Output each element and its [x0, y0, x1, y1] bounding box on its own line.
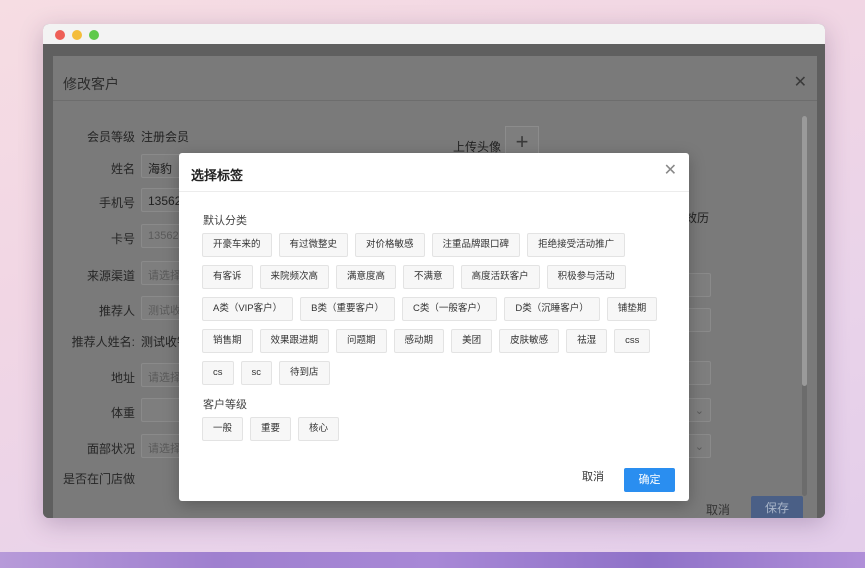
modal-title: 选择标签 [191, 168, 244, 183]
visited-label: 是否在门店做 [62, 472, 135, 486]
tag-button[interactable]: C类（一般客户） [402, 297, 498, 321]
default-tag-list: 开豪车来的 有过微整史 对价格敏感 注重品牌跟口碑 拒绝接受活动推广有客诉 来院频次高 满意… [202, 233, 672, 385]
tag-button[interactable]: 注重品牌跟口碑 [431, 233, 521, 257]
tag-button[interactable]: 积极参与活动 [546, 265, 626, 289]
referrer-label: 推荐人 [98, 304, 135, 318]
tag-button[interactable]: 待到店 [279, 361, 330, 385]
member-level-value: 注册会员 [141, 130, 190, 144]
close-icon[interactable]: ✕ [794, 72, 807, 92]
modal-confirm-button[interactable]: 确定 [624, 468, 675, 492]
close-window-button[interactable] [55, 30, 65, 40]
divider [179, 191, 689, 192]
tag-button[interactable]: 高度活跃客户 [460, 265, 540, 289]
minimize-window-button[interactable] [72, 30, 82, 40]
tag-button[interactable]: css [614, 329, 651, 353]
tag-button[interactable]: 效果跟进期 [259, 329, 330, 353]
modal-cancel-button[interactable]: 取消 [582, 465, 604, 489]
address-label: 地址 [110, 371, 135, 385]
save-button[interactable]: 保存 [751, 496, 803, 518]
tag-button[interactable]: 有客诉 [202, 265, 253, 289]
tag-button[interactable]: 来院频次高 [259, 265, 330, 289]
tag-button[interactable]: 拒绝接受活动推广 [527, 233, 626, 257]
customer-level-title: 客户等级 [203, 399, 247, 411]
tag-button[interactable]: 重要 [250, 417, 292, 441]
member-level-label: 会员等级 [86, 130, 135, 144]
tag-button[interactable]: 有过微整史 [278, 233, 349, 257]
scrollbar-thumb[interactable] [802, 116, 807, 386]
tag-button[interactable]: sc [240, 361, 272, 385]
select-tags-modal: 选择标签 ✕ 默认分类 开豪车来的 有过微整史 对价格敏感 注重品牌跟口碑 拒绝接受活动… [179, 153, 689, 501]
cancel-button[interactable]: 取消 [693, 498, 743, 518]
card-label: 卡号 [110, 232, 135, 246]
name-label: 姓名 [110, 162, 135, 176]
face-label: 面部状况 [86, 442, 135, 456]
tag-button[interactable]: 一般 [202, 417, 244, 441]
tag-button[interactable]: 铺垫期 [606, 297, 658, 321]
tag-button[interactable]: 美团 [451, 329, 493, 353]
default-category-title: 默认分类 [203, 215, 247, 227]
tag-button[interactable]: B类（重要客户） [300, 297, 395, 321]
desktop-bottom-strip [0, 552, 865, 568]
tag-button[interactable]: 感动期 [393, 329, 445, 353]
close-icon[interactable]: ✕ [664, 163, 677, 179]
tag-button[interactable]: A类（VIP客户） [202, 297, 294, 321]
window-titlebar [43, 24, 825, 44]
edit-customer-title: 修改客户 [63, 76, 119, 92]
tag-button[interactable]: cs [202, 361, 234, 385]
phone-label: 手机号 [98, 196, 135, 210]
maximize-window-button[interactable] [89, 30, 99, 40]
tag-button[interactable]: 不满意 [403, 265, 454, 289]
divider [53, 100, 817, 101]
weight-label: 体重 [110, 406, 135, 420]
tag-button[interactable]: 皮肤敏感 [499, 329, 560, 353]
tag-button[interactable]: 祛湿 [566, 329, 608, 353]
referrer-name-label: 推荐人姓名: [71, 335, 135, 349]
tag-button[interactable]: 满意度高 [336, 265, 397, 289]
tag-button[interactable]: D类（沉睡客户） [504, 297, 600, 321]
tag-button[interactable]: 核心 [298, 417, 340, 441]
customer-level-tag-list: 一般 重要 核心 [202, 417, 672, 441]
tag-button[interactable]: 对价格敏感 [355, 233, 425, 257]
tag-button[interactable]: 开豪车来的 [202, 233, 272, 257]
tag-button[interactable]: 销售期 [202, 329, 253, 353]
source-label: 来源渠道 [86, 269, 135, 283]
tag-button[interactable]: 问题期 [336, 329, 387, 353]
